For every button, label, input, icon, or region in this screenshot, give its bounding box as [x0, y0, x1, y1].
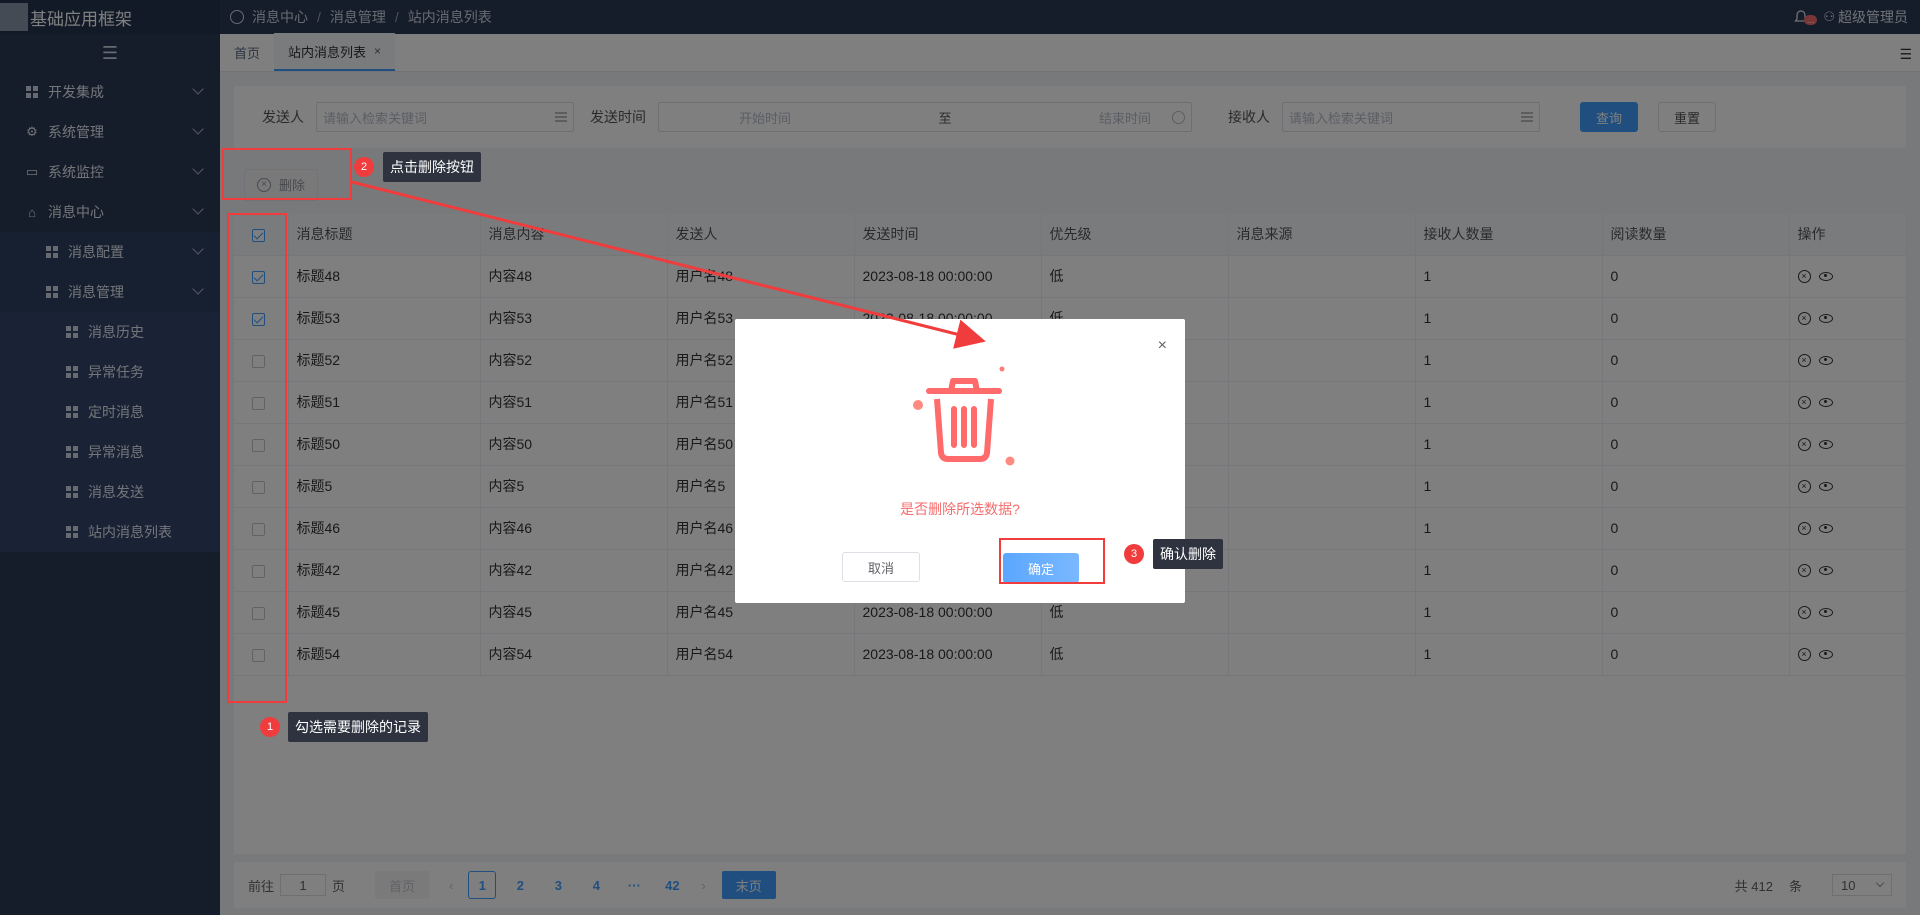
annotation-badge: 2	[354, 157, 374, 177]
annotation-tooltip: 确认删除	[1153, 539, 1223, 569]
annotation-badge: 1	[260, 717, 280, 737]
annotation-tooltip: 点击删除按钮	[383, 152, 481, 182]
annotation-arrow	[351, 180, 986, 349]
app-root: 基础应用框架 ☰ 开发集成 ⚙ 系统管理 ▭ 系统监控 ⌂ 消息中心 消息配置	[0, 0, 1920, 915]
annotation-tooltip: 勾选需要删除的记录	[288, 712, 428, 742]
annotation-badge: 3	[1124, 544, 1144, 564]
